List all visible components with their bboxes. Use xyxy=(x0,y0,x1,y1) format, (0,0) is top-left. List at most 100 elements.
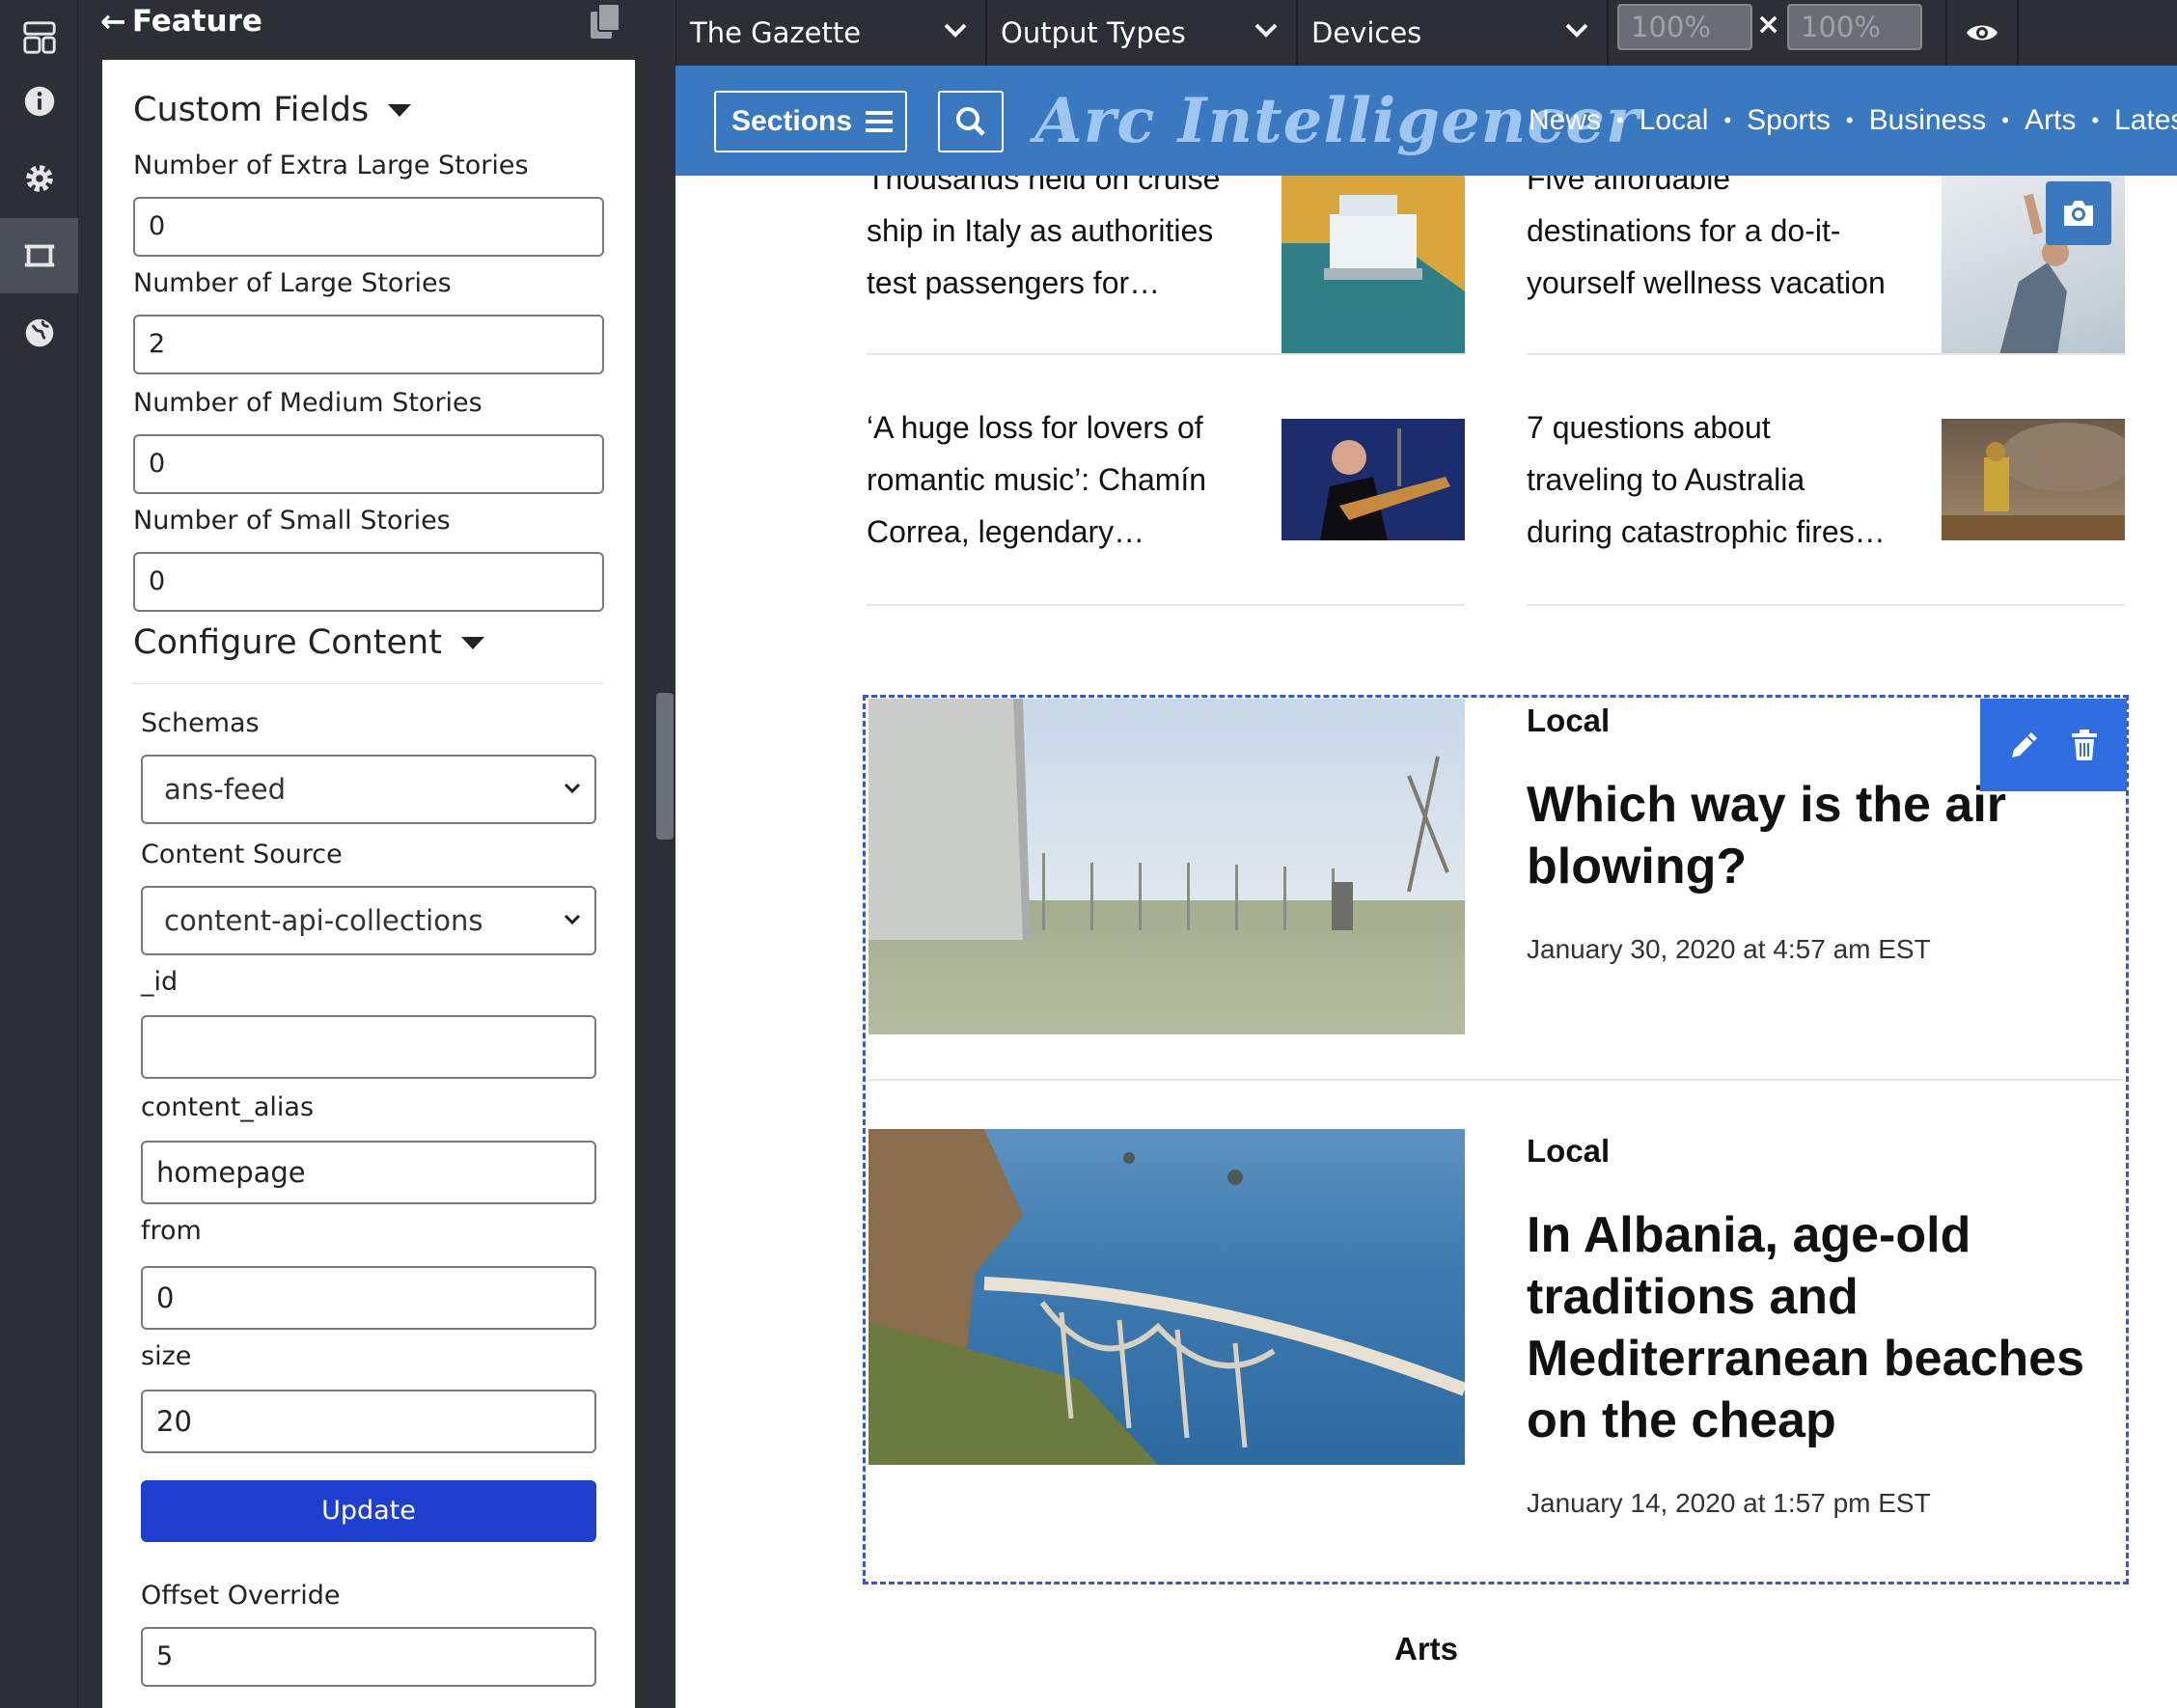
schemas-select[interactable]: ans-feed xyxy=(141,755,596,824)
extra-large-stories-input[interactable]: 0 xyxy=(133,197,604,257)
devices-dropdown[interactable]: Devices xyxy=(1298,0,1609,66)
pencil-icon[interactable] xyxy=(2008,729,2041,761)
large-stories-input[interactable]: 2 xyxy=(133,315,604,374)
content-alias-label: content_alias xyxy=(141,1092,315,1122)
story-divider xyxy=(867,353,1465,355)
devices-label: Devices xyxy=(1311,16,1422,49)
site-nav-bar: Sections Arc Intelligencer News • Local • … xyxy=(675,66,2177,176)
site-dropdown-label: The Gazette xyxy=(690,16,862,49)
nav-link-local[interactable]: Local xyxy=(1640,104,1709,137)
viewport-height-input[interactable]: 100% xyxy=(1787,4,1922,50)
story-2-title[interactable]: Five affordable destinations for a do-it… xyxy=(1527,152,1913,309)
custom-fields-toggle[interactable]: Custom Fields xyxy=(133,91,412,129)
feature-frame-icon xyxy=(24,244,54,267)
featured-1-date: January 30, 2020 at 4:57 am EST xyxy=(1527,934,1931,964)
story-title-line: ship in Italy as authorities xyxy=(867,213,1214,248)
nav-link-sports[interactable]: Sports xyxy=(1747,104,1831,137)
update-button[interactable]: Update xyxy=(141,1480,596,1542)
featured-2-headline[interactable]: In Albania, age-old traditions and Medit… xyxy=(1527,1204,2115,1451)
nav-separator: • xyxy=(1845,108,1854,132)
globe-button[interactable] xyxy=(0,295,78,371)
nav-separator: • xyxy=(2001,108,2009,132)
arrow-left-icon: ← xyxy=(100,3,126,40)
info-icon xyxy=(24,86,54,117)
headline-line: Mediterranean beaches xyxy=(1527,1331,2085,1387)
featured-1-headline[interactable]: Which way is the air blowing? xyxy=(1527,774,2106,897)
featured-2-image[interactable] xyxy=(868,1129,1465,1465)
small-stories-input[interactable]: 0 xyxy=(133,552,604,612)
size-label: size xyxy=(141,1341,192,1371)
id-input[interactable] xyxy=(141,1015,596,1079)
camera-icon xyxy=(2064,201,2093,226)
headline-line: blowing? xyxy=(1527,839,1748,895)
story-title-line: 7 questions about xyxy=(1527,410,1771,445)
trash-icon[interactable] xyxy=(2070,729,2099,761)
copy-icon[interactable] xyxy=(589,2,623,41)
content-source-select[interactable]: content-api-collections xyxy=(141,886,596,955)
medium-stories-label: Number of Medium Stories xyxy=(133,388,482,418)
custom-fields-heading: Custom Fields xyxy=(133,91,370,129)
page-preview: Thousands held on cruise ship in Italy a… xyxy=(675,66,2177,1708)
featured-1-image[interactable] xyxy=(868,699,1465,1034)
medium-stories-input[interactable]: 0 xyxy=(133,434,604,494)
block-edit-toolbar xyxy=(1980,699,2127,791)
panel-title: Feature xyxy=(131,4,262,39)
content-alias-input[interactable]: homepage xyxy=(141,1141,596,1204)
schemas-select-value: ans-feed xyxy=(164,773,287,806)
left-icon-rail xyxy=(0,0,78,1708)
nav-link-arts[interactable]: Arts xyxy=(2025,104,2076,137)
offset-override-input[interactable]: 5 xyxy=(141,1627,596,1687)
story-4-title[interactable]: 7 questions about traveling to Australia… xyxy=(1527,401,1913,558)
chevron-down-icon xyxy=(1565,23,1588,38)
schemas-label: Schemas xyxy=(141,708,260,738)
small-stories-label: Number of Small Stories xyxy=(133,506,451,536)
story-1-title[interactable]: Thousands held on cruise ship in Italy a… xyxy=(867,152,1253,309)
story-title-line: during catastrophic fires… xyxy=(1527,514,1886,549)
search-button[interactable] xyxy=(938,91,1004,152)
nav-link-latest[interactable]: Latest xyxy=(2114,104,2177,137)
featured-divider xyxy=(868,1079,2123,1081)
story-1-image[interactable] xyxy=(1281,176,1465,355)
content-source-label: Content Source xyxy=(141,840,343,869)
feature-button[interactable] xyxy=(0,218,78,293)
story-3-title[interactable]: ‘A huge loss for lovers of romantic musi… xyxy=(867,401,1253,558)
panel-scrollbar[interactable] xyxy=(656,693,674,840)
featured-1-kicker[interactable]: Local xyxy=(1527,702,1610,739)
story-4-image[interactable] xyxy=(1942,419,2125,540)
gear-icon xyxy=(25,165,53,192)
story-title-line: romantic music’: Chamín xyxy=(867,462,1207,497)
story-3-image[interactable] xyxy=(1281,419,1465,540)
settings-button[interactable] xyxy=(0,141,78,216)
content-source-select-value: content-api-collections xyxy=(164,904,483,937)
configure-content-heading: Configure Content xyxy=(133,623,442,662)
id-label: _id xyxy=(141,967,179,997)
viewport-width-input[interactable]: 100% xyxy=(1617,4,1752,50)
size-input[interactable]: 20 xyxy=(141,1390,596,1453)
output-types-dropdown[interactable]: Output Types xyxy=(987,0,1298,66)
panel-divider xyxy=(133,683,604,684)
info-button[interactable] xyxy=(0,64,78,139)
chevron-down-icon xyxy=(1254,23,1278,38)
from-label: from xyxy=(141,1216,202,1246)
layout-icon xyxy=(22,21,56,54)
settings-panel: Custom Fields Number of Extra Large Stor… xyxy=(102,60,635,1708)
nav-separator: • xyxy=(1723,108,1732,132)
globe-icon xyxy=(25,318,53,347)
site-dropdown[interactable]: The Gazette xyxy=(676,0,987,66)
headline-line: traditions and xyxy=(1527,1269,1859,1325)
arts-section-heading[interactable]: Arts xyxy=(675,1631,2177,1667)
nav-link-business[interactable]: Business xyxy=(1869,104,1987,137)
large-stories-label: Number of Large Stories xyxy=(133,268,452,298)
story-divider xyxy=(1527,604,2125,606)
panel-back-button[interactable]: ← Feature xyxy=(100,0,262,42)
nav-link-news[interactable]: News xyxy=(1529,104,1601,137)
story-title-line: traveling to Australia xyxy=(1527,462,1805,497)
photo-gallery-button[interactable] xyxy=(2046,181,2111,245)
from-input[interactable]: 0 xyxy=(141,1266,596,1330)
triangle-down-icon xyxy=(460,636,484,649)
story-title-line: yourself wellness vacation xyxy=(1527,265,1886,300)
configure-content-toggle[interactable]: Configure Content xyxy=(133,623,484,662)
preview-toggle-button[interactable] xyxy=(1945,0,2019,66)
featured-2-kicker[interactable]: Local xyxy=(1527,1133,1610,1170)
sections-menu-button[interactable]: Sections xyxy=(714,91,907,152)
